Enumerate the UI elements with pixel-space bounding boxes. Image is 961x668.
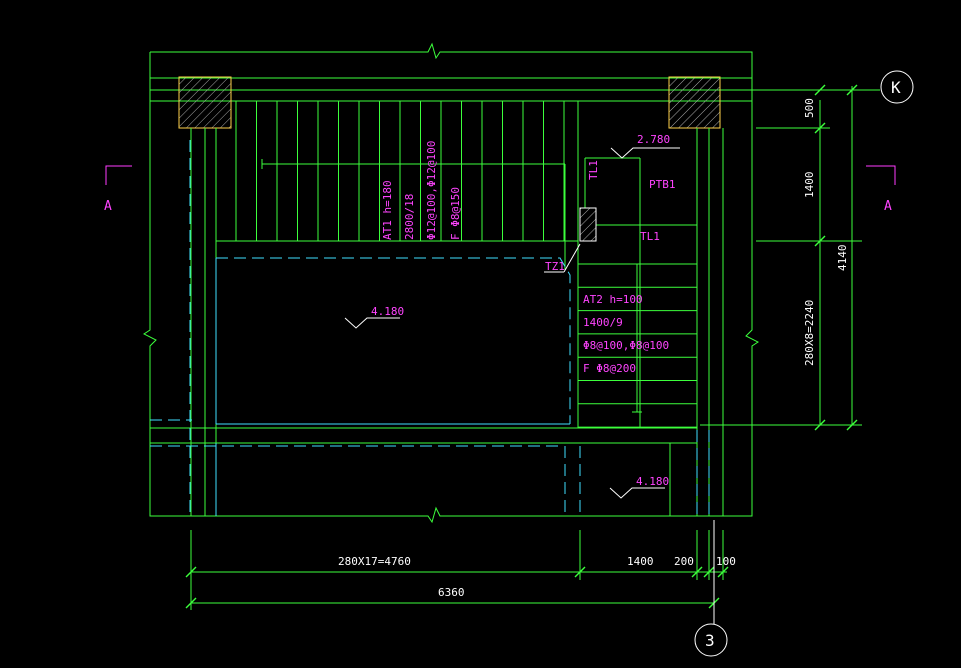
dim-right-500: 500 bbox=[803, 98, 816, 118]
tl1-vertical-label: TL1 bbox=[587, 160, 600, 180]
dim-bottom-landing: 1400 bbox=[627, 555, 654, 568]
floor-slab bbox=[150, 427, 697, 516]
elev-marker-landing: 2.780 bbox=[610, 133, 680, 159]
column-right bbox=[668, 76, 721, 129]
section-label-right: A bbox=[884, 199, 892, 214]
tl1-horizontal-label: TL1 bbox=[640, 230, 660, 243]
at1-line1: AT1 h=180 bbox=[381, 180, 394, 240]
dimension-right: 500 1400 280X8=2240 4140 bbox=[700, 84, 862, 431]
section-mark-right: A bbox=[866, 165, 896, 214]
at1-annotation: AT1 h=180 2800/18 Φ12@100,Φ12@100 F Φ8@1… bbox=[381, 141, 462, 240]
tz1-label: TZ1 bbox=[545, 260, 565, 273]
elev-label-mid: 4.180 bbox=[371, 305, 404, 318]
dim-right-2240: 280X8=2240 bbox=[803, 300, 816, 366]
axis-label-k: K bbox=[891, 78, 901, 97]
wall-right bbox=[696, 128, 724, 516]
elev-marker-bottom: 4.180 bbox=[609, 475, 669, 499]
axis-bubble-k: K bbox=[880, 70, 914, 104]
upper-flight-treads bbox=[235, 101, 565, 241]
at1-line3: Φ12@100,Φ12@100 bbox=[425, 141, 438, 240]
tz1-column bbox=[579, 207, 597, 242]
stair-plan-drawing: 2.780 4.180 4.180 PTB1 TL1 TL1 TZ1 AT1 h… bbox=[104, 42, 914, 657]
dim-right-total: 4140 bbox=[836, 245, 849, 272]
top-beam bbox=[150, 77, 880, 102]
elev-label-landing: 2.780 bbox=[637, 133, 670, 146]
at1-line4: F Φ8@150 bbox=[449, 187, 462, 240]
at2-line3: Φ8@100,Φ8@100 bbox=[583, 339, 669, 352]
elev-label-bottom: 4.180 bbox=[636, 475, 669, 488]
axis-label-3: 3 bbox=[705, 631, 715, 650]
dim-bottom-wall: 200 bbox=[674, 555, 694, 568]
dim-right-1400: 1400 bbox=[803, 172, 816, 199]
column-left bbox=[178, 76, 232, 129]
dim-bottom-run: 280X17=4760 bbox=[338, 555, 411, 568]
wall-left bbox=[190, 128, 217, 516]
axis-bubble-3: 3 bbox=[694, 520, 728, 657]
upper-flight-frame bbox=[216, 101, 579, 428]
elev-marker-mid: 4.180 bbox=[344, 305, 404, 329]
section-label-left: A bbox=[104, 199, 112, 214]
at1-line2: 2800/18 bbox=[403, 194, 416, 240]
at2-line1: AT2 h=100 bbox=[583, 293, 643, 306]
dim-bottom-edge: 100 bbox=[716, 555, 736, 568]
dimension-bottom: 280X17=4760 1400 200 100 6360 bbox=[185, 530, 736, 622]
section-mark-left: A bbox=[104, 165, 132, 214]
ptb1-label: PTB1 bbox=[649, 178, 676, 191]
dim-bottom-total: 6360 bbox=[438, 586, 465, 599]
at2-line2: 1400/9 bbox=[583, 316, 623, 329]
at2-line4: F Φ8@200 bbox=[583, 362, 636, 375]
